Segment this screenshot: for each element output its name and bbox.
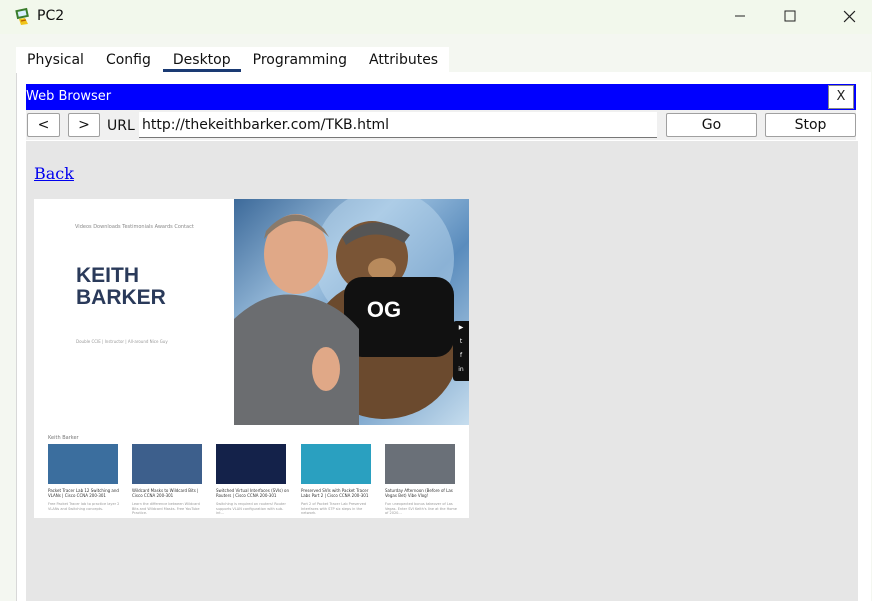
tab-config[interactable]: Config: [95, 47, 162, 73]
maximize-button[interactable]: [765, 0, 815, 32]
facebook-icon[interactable]: f: [453, 349, 469, 363]
web-browser-header: Web Browser: [26, 84, 856, 110]
video-description: Fun unexpected bonus takeover of Las Veg…: [385, 502, 457, 515]
back-link[interactable]: Back: [34, 164, 74, 183]
window-titlebar: PC2: [0, 0, 872, 34]
video-caption: Packet Tracer Lab 12 Switching and VLANs…: [48, 488, 119, 498]
svg-text:OG: OG: [367, 297, 401, 322]
hero-left: Videos Downloads Testimonials Awards Con…: [34, 199, 234, 425]
social-bar: ▶ t f in: [453, 321, 469, 381]
minimize-icon: [735, 15, 745, 17]
url-input[interactable]: [139, 112, 657, 138]
video-caption: Saturday Afternoon (Before of Las Vegas …: [385, 488, 453, 498]
web-browser-title: Web Browser: [26, 89, 112, 104]
tab-attributes[interactable]: Attributes: [358, 47, 449, 73]
video-thumbnail[interactable]: [48, 444, 118, 484]
stop-button[interactable]: Stop: [765, 113, 856, 137]
video-thumbnail[interactable]: [385, 444, 455, 484]
site-nav: Videos Downloads Testimonials Awards Con…: [75, 224, 194, 230]
youtube-icon[interactable]: ▶: [453, 321, 469, 335]
tab-physical[interactable]: Physical: [16, 47, 95, 73]
hero-photo: OG: [234, 199, 469, 425]
video-description: Free Packet Tracer lab to practice layer…: [48, 502, 120, 511]
site-name-line1: KEITH: [76, 264, 139, 287]
minimize-button[interactable]: [715, 0, 765, 32]
video-description: Learn the difference between Wildcard Bi…: [132, 502, 200, 515]
forward-button[interactable]: >: [68, 113, 100, 137]
go-button[interactable]: Go: [666, 113, 757, 137]
video-caption: Wildcard Masks to Wildcard Bits | Cisco …: [132, 488, 199, 498]
video-caption: Switched Virtual Interfaces (SVIs) on Ro…: [216, 488, 290, 498]
maximize-icon: [784, 10, 796, 22]
video-thumbnail[interactable]: [301, 444, 371, 484]
linkedin-icon[interactable]: in: [453, 363, 469, 377]
videos-heading: Keith Barker: [48, 435, 79, 441]
video-thumbnail[interactable]: [132, 444, 202, 484]
website-screenshot-image: Videos Downloads Testimonials Awards Con…: [34, 199, 469, 518]
video-caption: Preserved SVIs with Packet Tracer Labs P…: [301, 488, 369, 498]
site-name: KEITH BARKER: [76, 265, 166, 309]
web-browser-close-button[interactable]: X: [828, 85, 854, 109]
close-window-button[interactable]: [824, 0, 872, 32]
video-description: Switching is required on routers! Router…: [216, 502, 286, 515]
site-name-line2: BARKER: [76, 286, 166, 309]
tab-bar: Physical Config Desktop Programming Attr…: [16, 47, 450, 73]
url-label: URL: [107, 118, 135, 134]
tab-programming[interactable]: Programming: [242, 47, 358, 73]
video-thumbnail[interactable]: [216, 444, 286, 484]
twitter-icon[interactable]: t: [453, 335, 469, 349]
back-button[interactable]: <: [27, 113, 60, 137]
window-title: PC2: [37, 8, 65, 24]
hero-photo-art: OG: [234, 199, 459, 425]
site-tagline: Double CCIE | Instructor | All-around Ni…: [76, 339, 168, 344]
pc-icon: [15, 7, 29, 25]
video-description: Part 2 of Packet Tracer Lab Preserved In…: [301, 502, 367, 515]
tab-desktop[interactable]: Desktop: [162, 47, 242, 73]
close-icon: [843, 10, 855, 22]
